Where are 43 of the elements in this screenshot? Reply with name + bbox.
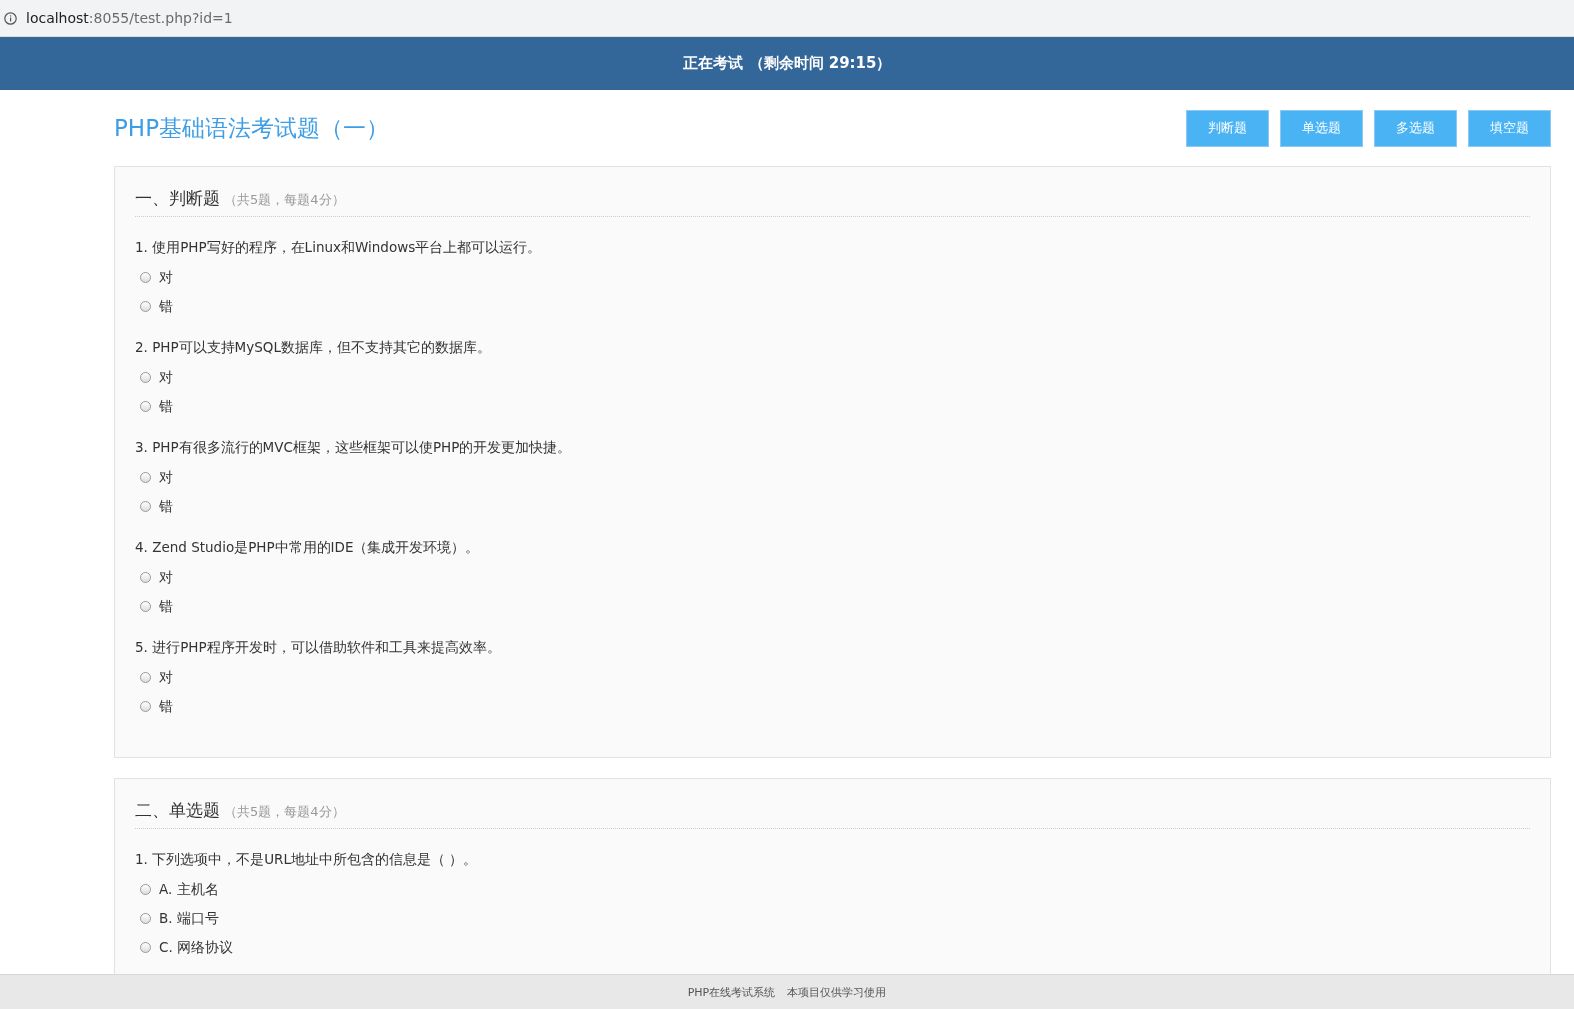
countdown-timer: （剩余时间 29:15） (748, 54, 892, 73)
option-label[interactable]: 错 (159, 597, 173, 616)
radio-button[interactable] (140, 601, 151, 612)
option-label[interactable]: 对 (159, 568, 173, 587)
option-label[interactable]: 错 (159, 397, 173, 416)
option-label[interactable]: 对 (159, 468, 173, 487)
section-note: （共5题，每题4分） (224, 804, 345, 819)
exam-status: 正在考试 (682, 54, 743, 73)
radio-button[interactable] (140, 301, 151, 312)
option-label[interactable]: B. 端口号 (159, 909, 219, 928)
section-note: （共5题，每题4分） (224, 192, 345, 207)
radio-button[interactable] (140, 701, 151, 712)
footer-text: PHP在线考试系统 (687, 984, 776, 1000)
radio-button[interactable] (140, 372, 151, 383)
option-label[interactable]: 对 (159, 668, 173, 687)
question-text: 4. Zend Studio是PHP中常用的IDE（集成开发环境）。 (135, 538, 481, 557)
footer-text: 本项目仅供学习使用 (787, 984, 887, 1000)
question-text: 5. 进行PHP程序开发时，可以借助软件和工具来提高效率。 (135, 638, 502, 657)
option-label[interactable]: C. 网络协议 (159, 938, 233, 957)
radio-button[interactable] (140, 942, 151, 953)
question-text: 2. PHP可以支持MySQL数据库，但不支持其它的数据库。 (135, 338, 492, 357)
radio-button[interactable] (140, 501, 151, 512)
option-label[interactable]: 对 (159, 268, 173, 287)
radio-button[interactable] (140, 472, 151, 483)
radio-button[interactable] (140, 672, 151, 683)
radio-button[interactable] (140, 272, 151, 283)
option-label[interactable]: 对 (159, 368, 173, 387)
question-text: 3. PHP有很多流行的MVC框架，这些框架可以使PHP的开发更加快捷。 (135, 438, 573, 457)
section-heading: 一、判断题 (135, 188, 220, 208)
option-label[interactable]: A. 主机名 (159, 880, 219, 899)
option-label[interactable]: 错 (159, 497, 173, 516)
radio-button[interactable] (140, 401, 151, 412)
radio-button[interactable] (140, 913, 151, 924)
url-text[interactable]: localhost:8055/test.php?id=1 (26, 10, 233, 26)
question-text: 1. 使用PHP写好的程序，在Linux和Windows平台上都可以运行。 (135, 238, 543, 257)
radio-button[interactable] (140, 572, 151, 583)
option-label[interactable]: 错 (159, 697, 173, 716)
section-heading: 二、单选题 (135, 800, 220, 820)
exam-title: PHP基础语法考试题（一） (114, 113, 390, 143)
info-icon[interactable] (4, 11, 17, 25)
option-label[interactable]: 错 (159, 297, 173, 316)
question-text: 1. 下列选项中，不是URL地址中所包含的信息是（ ）。 (135, 850, 479, 869)
radio-button[interactable] (140, 884, 151, 895)
